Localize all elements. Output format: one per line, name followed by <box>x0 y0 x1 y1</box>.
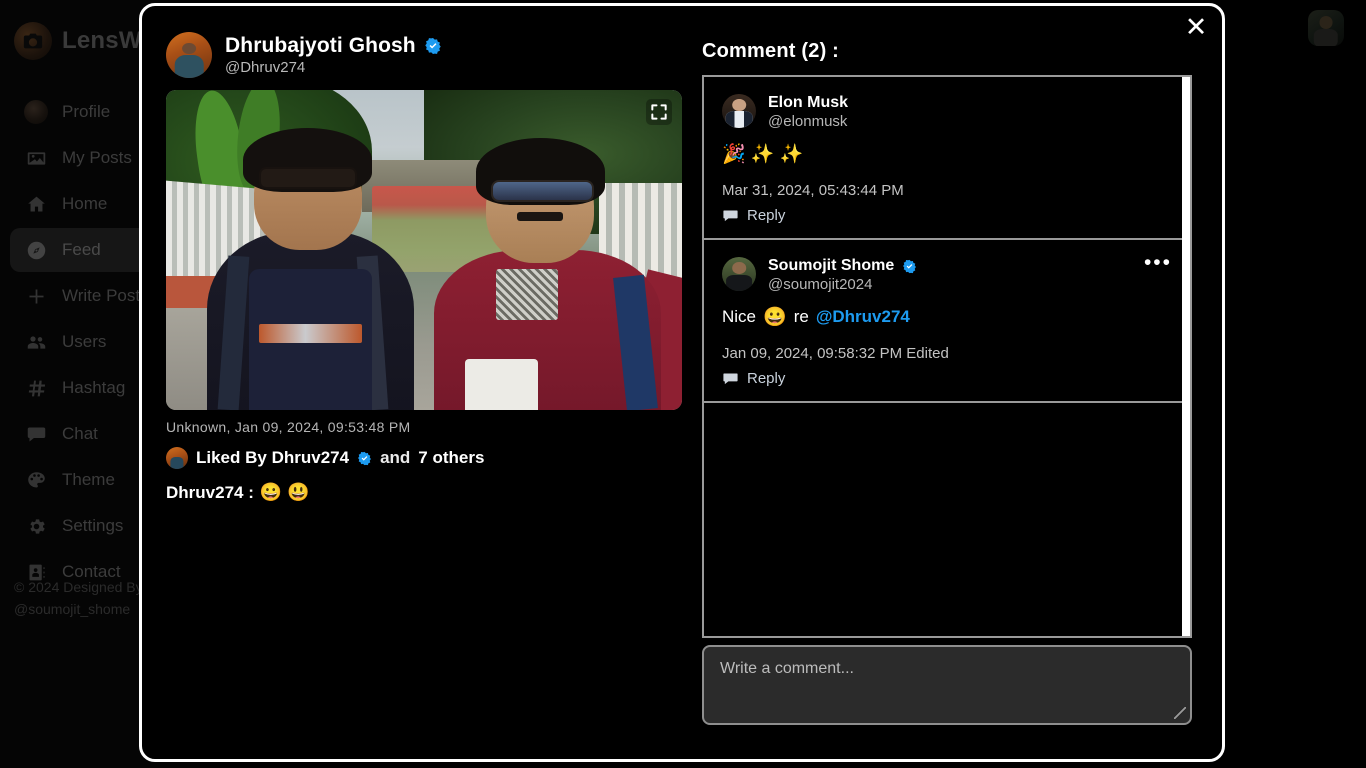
liker-avatar <box>166 447 188 469</box>
close-icon[interactable]: ✕ <box>1181 12 1211 42</box>
reply-comment-icon <box>723 373 738 385</box>
topbar-user-avatar[interactable] <box>1308 10 1344 46</box>
caption-emojis: 😀 😃 <box>259 482 310 502</box>
home-icon <box>24 192 48 216</box>
comment-author-handle: @elonmusk <box>768 113 848 130</box>
avatar-icon <box>24 100 48 124</box>
sidebar-item-label: My Posts <box>62 148 132 167</box>
sidebar-item-label: Theme <box>62 470 115 489</box>
comment-text-before: Nice <box>722 307 757 326</box>
post-caption: Dhruv274 : 😀 😃 <box>166 482 682 503</box>
comment-timestamp: Jan 09, 2024, 09:58:32 PM Edited <box>722 345 949 362</box>
comments-title: Comment (2) : <box>702 40 840 62</box>
comments-pane: Comment (2) : Elon Musk @elonmusk 🎉 ✨ ✨ … <box>682 6 1222 759</box>
comment-input-placeholder: Write a comment... <box>720 660 854 677</box>
post-image[interactable] <box>166 90 682 410</box>
comment-reply-button[interactable]: Reply <box>722 207 1172 224</box>
users-icon <box>24 330 48 354</box>
post-likes-row[interactable]: Liked By Dhruv274 and 7 others <box>166 447 682 469</box>
sidebar-item-label: Feed <box>62 240 101 259</box>
comments-list[interactable]: Elon Musk @elonmusk 🎉 ✨ ✨ Mar 31, 2024, … <box>702 75 1192 638</box>
hashtag-icon <box>24 376 48 400</box>
sidebar-item-label: Profile <box>62 102 111 121</box>
comment-text-middle: re <box>793 307 809 326</box>
comment-author-names: Elon Musk @elonmusk <box>768 94 848 130</box>
avatar-head-shape <box>1319 16 1333 29</box>
comments-scrollbar-thumb[interactable] <box>1182 77 1190 636</box>
comment-item: Elon Musk @elonmusk 🎉 ✨ ✨ Mar 31, 2024, … <box>704 77 1190 240</box>
post-photo-content <box>166 90 682 410</box>
comments-scrollbar[interactable] <box>1182 77 1190 636</box>
liked-and-label: and <box>380 448 411 467</box>
comment-author-header: Soumojit Shome @soumojit2024 <box>722 257 1172 293</box>
camera-icon <box>14 22 52 60</box>
palette-icon <box>24 468 48 492</box>
brand-name: LensW <box>62 27 142 54</box>
comment-author-avatar[interactable] <box>722 94 756 128</box>
avatar-body-shape <box>174 55 204 78</box>
comment-text: Nice 😀 re @Dhruv274 <box>722 305 1172 329</box>
verified-badge-icon <box>424 37 442 55</box>
comment-author-name: Elon Musk <box>768 94 849 111</box>
comment-reply-button[interactable]: Reply <box>722 370 1172 387</box>
expand-icon[interactable] <box>646 99 672 125</box>
post-author-names: Dhrubajyoti Ghosh @Dhruv274 <box>225 34 442 76</box>
comment-author-names: Soumojit Shome @soumojit2024 <box>768 257 917 293</box>
compass-icon <box>24 238 48 262</box>
comment-timestamp: Mar 31, 2024, 05:43:44 PM <box>722 182 904 199</box>
verified-badge-icon <box>357 451 372 466</box>
sidebar-item-label: Users <box>62 332 107 351</box>
sidebar-item-label: Hashtag <box>62 378 126 397</box>
app-root: LensW Profile My Posts Home Feed Write P… <box>0 0 1366 768</box>
liked-others-count[interactable]: 7 others <box>418 448 484 468</box>
post-author-handle: @Dhruv274 <box>225 59 306 76</box>
comment-more-options-icon[interactable]: ••• <box>1144 252 1172 273</box>
post-author-avatar[interactable] <box>166 32 212 78</box>
post-pane: Dhrubajyoti Ghosh @Dhruv274 Unknown, Jan… <box>142 6 682 759</box>
comment-text: 🎉 ✨ ✨ <box>722 142 1172 166</box>
post-detail-modal: ✕ Dhrubajyoti Ghosh @Dhruv274 Unknown, J… <box>139 3 1225 762</box>
sidebar-item-label: Write Post <box>62 286 141 305</box>
verified-badge-icon <box>902 259 917 274</box>
reply-comment-icon <box>723 210 738 222</box>
comment-emojis: 🎉 ✨ ✨ <box>722 144 804 165</box>
post-author-name: Dhrubajyoti Ghosh <box>225 34 416 57</box>
image-icon <box>24 146 48 170</box>
post-author-header: Dhrubajyoti Ghosh @Dhruv274 <box>166 32 682 78</box>
avatar-head-shape <box>182 43 196 55</box>
comment-reply-label: Reply <box>747 370 786 387</box>
comment-author-avatar[interactable] <box>722 257 756 291</box>
plus-icon <box>24 284 48 308</box>
comment-item: ••• Soumojit Shome @soumojit2024 Nice 😀 … <box>704 240 1190 403</box>
comment-author-header: Elon Musk @elonmusk <box>722 94 1172 130</box>
sidebar-item-label: Chat <box>62 424 98 443</box>
comment-author-name: Soumojit Shome <box>768 257 895 274</box>
modal-body: Dhrubajyoti Ghosh @Dhruv274 Unknown, Jan… <box>142 6 1222 759</box>
sidebar-item-label: Settings <box>62 516 124 535</box>
comment-author-handle: @soumojit2024 <box>768 276 873 293</box>
sidebar-item-label: Home <box>62 194 108 213</box>
avatar-body-shape <box>1313 28 1339 46</box>
comment-mention-link[interactable]: @Dhruv274 <box>816 307 910 327</box>
gear-icon <box>24 514 48 538</box>
resize-handle[interactable] <box>1174 707 1186 719</box>
liked-by-label: Liked By Dhruv274 <box>196 448 350 467</box>
comment-input[interactable]: Write a comment... <box>702 645 1192 725</box>
chat-icon <box>24 422 48 446</box>
comment-reply-label: Reply <box>747 207 786 224</box>
caption-author: Dhruv274 : <box>166 482 254 502</box>
post-meta: Unknown, Jan 09, 2024, 09:53:48 PM <box>166 419 411 435</box>
comment-emoji: 😀 <box>763 307 787 328</box>
